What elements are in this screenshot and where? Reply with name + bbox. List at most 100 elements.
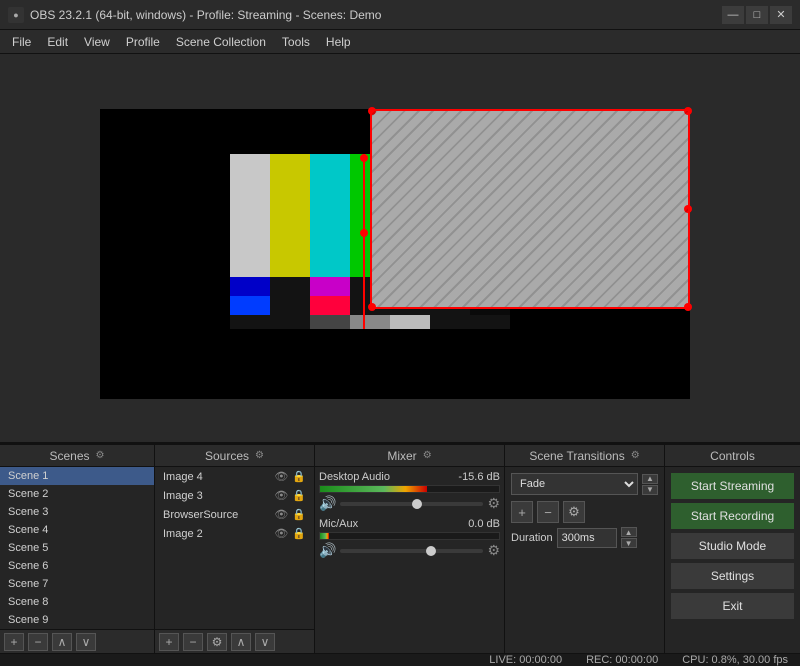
handle-bl[interactable]	[368, 303, 376, 311]
desktop-volume-slider[interactable]	[340, 502, 483, 506]
source-image2[interactable]: Image 2 👁 🔒	[155, 524, 314, 543]
lock-icon-3[interactable]: 🔒	[292, 508, 306, 521]
mixer-track-mic: Mic/Aux 0.0 dB 🔊 ⚙	[319, 518, 500, 559]
scene-item-8[interactable]: Scene 8	[0, 593, 154, 611]
start-recording-button[interactable]: Start Recording	[671, 503, 794, 529]
scene-item-1[interactable]: Scene 1	[0, 467, 154, 485]
handle-center[interactable]	[360, 229, 368, 237]
minimize-button[interactable]: —	[722, 6, 744, 24]
scene-add-button[interactable]: +	[4, 633, 24, 651]
scene-remove-button[interactable]: −	[28, 633, 48, 651]
transitions-header: Scene Transitions ⚙	[505, 445, 664, 467]
source-label-image4: Image 4	[163, 471, 203, 483]
source-remove-button[interactable]: −	[183, 633, 203, 651]
lock-icon-2[interactable]: 🔒	[292, 489, 306, 502]
duration-arrows: ▲ ▼	[621, 527, 637, 548]
mic-controls: 🔊 ⚙	[319, 542, 500, 559]
sources-toolbar: + − ⚙ ∧ ∨	[155, 629, 314, 653]
eye-icon-2[interactable]: 👁	[274, 489, 288, 502]
sources-title: Sources	[205, 449, 249, 463]
sources-config-icon[interactable]: ⚙	[255, 450, 264, 461]
mic-mute-icon[interactable]: 🔊	[319, 542, 336, 559]
handle-tl[interactable]	[368, 107, 376, 115]
handle-tr[interactable]	[684, 107, 692, 115]
transition-add-button[interactable]: +	[511, 501, 533, 523]
scenes-toolbar: + − ∧ ∨	[0, 629, 154, 653]
duration-up-arrow[interactable]: ▲	[621, 527, 637, 537]
desktop-mute-icon[interactable]: 🔊	[319, 495, 336, 512]
menu-scene-collection[interactable]: Scene Collection	[168, 33, 274, 51]
menu-help[interactable]: Help	[318, 33, 359, 51]
scenes-config-icon[interactable]: ⚙	[96, 450, 105, 461]
source-config-button[interactable]: ⚙	[207, 633, 227, 651]
preview-area	[0, 54, 800, 444]
source-icons-image3: 👁 🔒	[274, 489, 306, 502]
controls-header: Controls	[665, 445, 800, 467]
rec-status: REC: 00:00:00	[586, 654, 658, 666]
source-add-button[interactable]: +	[159, 633, 179, 651]
eye-icon-3[interactable]: 👁	[274, 508, 288, 521]
lock-icon-4[interactable]: 🔒	[292, 527, 306, 540]
eye-icon[interactable]: 👁	[274, 470, 288, 483]
mixer-config-icon[interactable]: ⚙	[423, 450, 432, 461]
sources-list: Image 4 👁 🔒 Image 3 👁 🔒 BrowserSource	[155, 467, 314, 629]
window-controls: — □ ✕	[722, 6, 792, 24]
overlay-source	[370, 109, 690, 309]
lock-icon[interactable]: 🔒	[292, 470, 306, 483]
mic-volume-thumb[interactable]	[426, 546, 436, 556]
transition-up-arrow[interactable]: ▲	[642, 474, 658, 484]
menu-tools[interactable]: Tools	[274, 33, 318, 51]
mic-settings-icon[interactable]: ⚙	[487, 542, 500, 559]
scenes-panel: Scenes ⚙ Scene 1 Scene 2 Scene 3 Scene 4…	[0, 445, 155, 653]
menu-edit[interactable]: Edit	[39, 33, 76, 51]
source-icons-browser: 👁 🔒	[274, 508, 306, 521]
source-up-button[interactable]: ∧	[231, 633, 251, 651]
duration-row: Duration ▲ ▼	[511, 527, 658, 548]
controls-content: Start Streaming Start Recording Studio M…	[665, 467, 800, 653]
mic-volume-slider[interactable]	[340, 549, 483, 553]
desktop-settings-icon[interactable]: ⚙	[487, 495, 500, 512]
settings-button[interactable]: Settings	[671, 563, 794, 589]
source-image3[interactable]: Image 3 👁 🔒	[155, 486, 314, 505]
scene-up-button[interactable]: ∧	[52, 633, 72, 651]
desktop-audio-level	[320, 486, 427, 492]
transition-type-select[interactable]: Fade Cut Swipe	[511, 473, 638, 495]
scene-item-6[interactable]: Scene 6	[0, 557, 154, 575]
menu-file[interactable]: File	[4, 33, 39, 51]
transition-config-button[interactable]: ⚙	[563, 501, 585, 523]
exit-button[interactable]: Exit	[671, 593, 794, 619]
mixer-title: Mixer	[387, 449, 416, 463]
scene-item-9[interactable]: Scene 9	[0, 611, 154, 629]
duration-input[interactable]	[557, 528, 617, 548]
scenes-list: Scene 1 Scene 2 Scene 3 Scene 4 Scene 5 …	[0, 467, 154, 629]
transition-down-arrow[interactable]: ▼	[642, 485, 658, 495]
start-streaming-button[interactable]: Start Streaming	[671, 473, 794, 499]
menu-profile[interactable]: Profile	[118, 33, 168, 51]
eye-icon-4[interactable]: 👁	[274, 527, 288, 540]
desktop-audio-db: -15.6 dB	[458, 471, 500, 483]
scene-item-3[interactable]: Scene 3	[0, 503, 154, 521]
mixer-label-desktop: Desktop Audio -15.6 dB	[319, 471, 500, 483]
scene-item-7[interactable]: Scene 7	[0, 575, 154, 593]
studio-mode-button[interactable]: Studio Mode	[671, 533, 794, 559]
transitions-config-icon[interactable]: ⚙	[631, 450, 640, 461]
desktop-volume-thumb[interactable]	[412, 499, 422, 509]
scene-down-button[interactable]: ∨	[76, 633, 96, 651]
handle-mr[interactable]	[684, 205, 692, 213]
source-image4[interactable]: Image 4 👁 🔒	[155, 467, 314, 486]
transition-buttons: + − ⚙	[511, 501, 658, 523]
scene-item-2[interactable]: Scene 2	[0, 485, 154, 503]
panels-row: Scenes ⚙ Scene 1 Scene 2 Scene 3 Scene 4…	[0, 444, 800, 653]
close-button[interactable]: ✕	[770, 6, 792, 24]
source-down-button[interactable]: ∨	[255, 633, 275, 651]
maximize-button[interactable]: □	[746, 6, 768, 24]
scene-item-4[interactable]: Scene 4	[0, 521, 154, 539]
handle-br[interactable]	[684, 303, 692, 311]
transition-remove-button[interactable]: −	[537, 501, 559, 523]
duration-down-arrow[interactable]: ▼	[621, 538, 637, 548]
sources-header: Sources ⚙	[155, 445, 314, 467]
menu-view[interactable]: View	[76, 33, 118, 51]
source-browser[interactable]: BrowserSource 👁 🔒	[155, 505, 314, 524]
handle-top-center[interactable]	[360, 154, 368, 162]
scene-item-5[interactable]: Scene 5	[0, 539, 154, 557]
